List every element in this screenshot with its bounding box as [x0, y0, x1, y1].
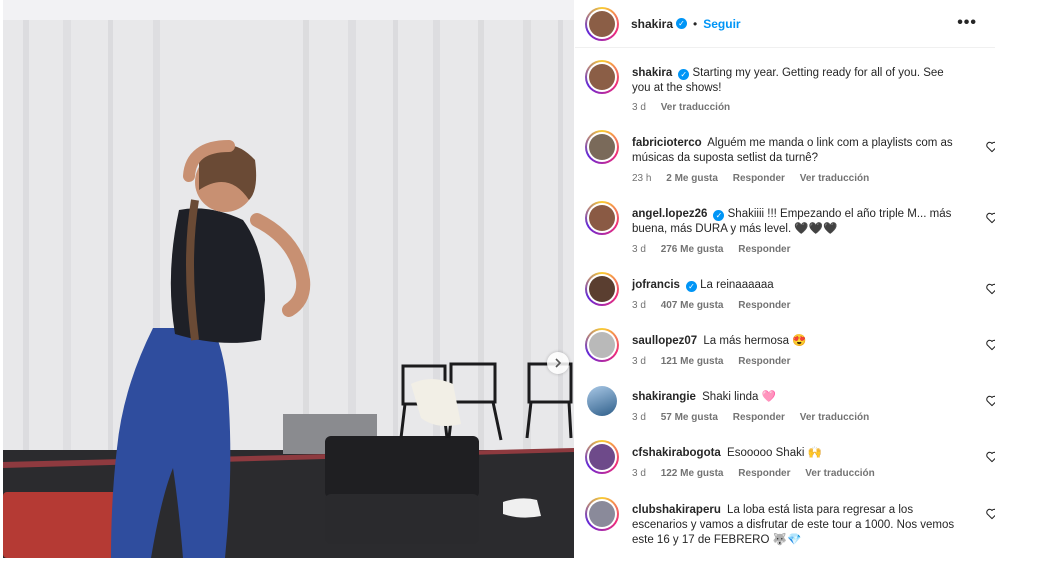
heart-outline-icon[interactable]	[985, 450, 995, 464]
commenter-username[interactable]: shakirangie	[632, 391, 696, 403]
translate-link[interactable]: Ver traducción	[805, 468, 874, 479]
author-username[interactable]: shakira	[631, 17, 673, 31]
heart-outline-icon[interactable]	[985, 338, 995, 352]
separator-dot: •	[693, 16, 698, 31]
comment-text: La más hermosa 😍	[703, 335, 807, 347]
comment-time: 3 d	[632, 356, 646, 367]
commenter-username[interactable]: fabricioterco	[632, 137, 702, 149]
heart-outline-icon[interactable]	[985, 282, 995, 296]
post-image	[3, 0, 574, 558]
reply-button[interactable]: Responder	[738, 356, 790, 367]
reply-button[interactable]: Responder	[733, 173, 785, 184]
reply-button[interactable]: Responder	[738, 244, 790, 255]
comment-time: 3 d	[632, 300, 646, 311]
comment-time: 3 d	[632, 244, 646, 255]
comment-time: 23 h	[632, 173, 652, 184]
comments-panel: shakira ✓ • Seguir ••• shakira ✓ Starting…	[575, 0, 995, 558]
author-avatar[interactable]	[585, 6, 619, 41]
comment-likes[interactable]: 57 Me gusta	[661, 412, 718, 423]
caption-translate-link[interactable]: Ver traducción	[661, 102, 730, 113]
commenter-avatar[interactable]	[585, 201, 619, 235]
caption-time: 3 d	[632, 102, 646, 113]
verified-badge-icon: ✓	[713, 210, 725, 221]
comment-likes[interactable]: 121 Me gusta	[661, 356, 724, 367]
commenter-username[interactable]: saullopez07	[632, 335, 697, 347]
commenter-avatar[interactable]	[587, 386, 617, 416]
translate-link[interactable]: Ver traducción	[800, 412, 869, 423]
reply-button[interactable]: Responder	[738, 300, 790, 311]
verified-badge-icon: ✓	[678, 69, 690, 80]
follow-button[interactable]: Seguir	[703, 17, 740, 31]
commenter-username[interactable]: angel.lopez26	[632, 208, 707, 220]
chevron-right-icon	[555, 358, 562, 368]
post-photo[interactable]	[3, 0, 574, 558]
comment-likes[interactable]: 276 Me gusta	[661, 244, 724, 255]
comment-likes[interactable]: 2 Me gusta	[666, 173, 718, 184]
commenter-avatar[interactable]	[585, 130, 619, 164]
heart-outline-icon[interactable]	[985, 507, 995, 521]
reply-button[interactable]: Responder	[733, 412, 785, 423]
comment-time: 3 d	[632, 468, 646, 479]
verified-badge-icon: ✓	[685, 281, 697, 292]
more-options-icon[interactable]: •••	[957, 14, 977, 32]
commenter-username[interactable]: cfshakirabogota	[632, 447, 721, 459]
comment-text: Esooooo Shaki 🙌	[727, 447, 822, 459]
heart-outline-icon[interactable]	[985, 394, 995, 408]
comment-time: 3 d	[632, 412, 646, 423]
verified-badge-icon: ✓	[676, 18, 688, 29]
comment-likes[interactable]: 407 Me gusta	[661, 300, 724, 311]
commenter-avatar[interactable]	[585, 497, 619, 531]
comment-likes[interactable]: 122 Me gusta	[661, 468, 724, 479]
post-header: shakira ✓ • Seguir •••	[575, 0, 995, 48]
heart-outline-icon[interactable]	[985, 211, 995, 225]
translate-link[interactable]: Ver traducción	[800, 173, 869, 184]
caption-username[interactable]: shakira	[632, 67, 672, 79]
reply-button[interactable]: Responder	[738, 468, 790, 479]
next-photo-button[interactable]	[547, 352, 569, 374]
comment-text: Shaki linda 🩷	[702, 391, 776, 403]
caption-avatar[interactable]	[585, 60, 619, 94]
commenter-avatar[interactable]	[585, 328, 619, 362]
comment-text: La reinaaaaaa	[700, 279, 774, 291]
commenter-username[interactable]: clubshakiraperu	[632, 504, 721, 516]
commenter-avatar[interactable]	[585, 272, 619, 306]
heart-outline-icon[interactable]	[985, 140, 995, 154]
commenter-username[interactable]: jofrancis	[632, 279, 680, 291]
commenter-avatar[interactable]	[585, 440, 619, 474]
